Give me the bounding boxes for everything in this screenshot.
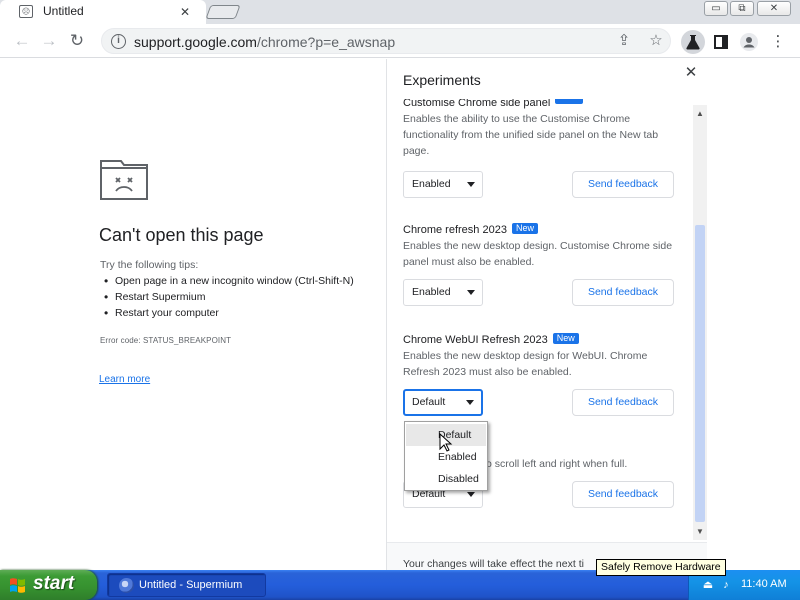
send-feedback-button[interactable]: Send feedback [572,389,674,416]
footer-text: Your changes will take effect the next t… [403,558,584,570]
address-bar[interactable]: i support.google.com/chrome?p=e_awsnap ⇪… [101,28,671,54]
experiments-side-panel: Experiments ✕ Customise Chrome side pane… [386,59,707,570]
minimize-button[interactable]: ▭ [704,1,728,16]
browser-toolbar: ← → ↻ i support.google.com/chrome?p=e_aw… [0,24,800,58]
clock[interactable]: 11:40 AM [741,578,787,590]
experiment-description: Enables the new desktop design for WebUI… [403,350,648,378]
tip-item: Restart Supermium [104,289,354,305]
labs-flask-icon[interactable] [681,30,705,54]
experiment-name: Customise Chrome side panel [403,99,551,109]
experiment-description: Enables the ability to use the Customise… [403,113,659,157]
tab-close-icon[interactable]: ✕ [176,3,194,21]
scrollbar-thumb[interactable] [695,225,705,522]
safely-remove-hardware-icon[interactable]: ⏏ [701,578,715,592]
error-code: Error code: STATUS_BREAKPOINT [100,336,232,345]
window-right-area [707,59,800,570]
learn-more-link[interactable]: Learn more [99,374,150,385]
forward-arrow-icon[interactable]: → [38,30,60,52]
new-badge [555,99,584,104]
panel-scrollbar[interactable]: ▲ ▼ [693,105,707,540]
chevron-down-icon [467,290,475,295]
tab-title: Untitled [43,4,84,18]
panel-title: Experiments [403,72,481,88]
sad-folder-icon [100,160,148,200]
close-window-button[interactable]: ✕ [757,1,791,16]
chevron-down-icon [466,400,474,405]
experiment-name: Chrome WebUI Refresh 2023 [403,334,548,346]
tab-strip: ☹ Untitled ✕ ▭ ⧉ ✕ [0,0,800,24]
url-host: support.google.com [134,34,257,50]
new-badge: New [511,223,538,234]
panel-close-icon[interactable]: ✕ [680,62,702,84]
experiment-name: Chrome refresh 2023 [403,224,507,236]
select-value: Enabled [412,286,451,298]
url-path: /chrome?p=e_awsnap [256,34,396,50]
profile-icon[interactable] [737,30,761,54]
side-panel-icon[interactable] [709,30,733,54]
select-dropdown-popup: Default Enabled Disabled [404,421,488,491]
new-tab-button[interactable] [205,5,241,19]
experiment-item: Chrome WebUI Refresh 2023 New Enables the… [403,333,675,416]
select-value: Enabled [412,178,451,190]
tip-item: Open page in a new incognito window (Ctr… [104,273,354,289]
new-badge: New [552,333,579,344]
taskbar-item-label: Untitled - Supermium [139,579,243,591]
supermium-icon [119,578,134,593]
chevron-down-icon [467,492,475,497]
error-page: Can't open this page Try the following t… [0,59,386,570]
experiment-description: Enables the new desktop design. Customis… [403,240,673,268]
send-feedback-button[interactable]: Send feedback [572,481,674,508]
back-arrow-icon[interactable]: ← [11,30,33,52]
experiment-item: Customise Chrome side panel Enables the … [403,99,675,198]
experiment-select[interactable]: Enabled [403,171,483,198]
start-button[interactable]: start [0,570,97,600]
page-favicon-icon: ☹ [19,5,33,18]
experiment-item: Chrome refresh 2023 New Enables the new d… [403,223,675,306]
send-feedback-button[interactable]: Send feedback [572,171,674,198]
tab-untitled[interactable]: ☹ Untitled ✕ [0,0,206,24]
scroll-down-icon[interactable]: ▼ [694,525,706,538]
bookmark-star-icon[interactable]: ☆ [647,32,665,50]
info-icon[interactable]: i [111,34,126,49]
error-title: Can't open this page [99,225,264,245]
restore-button[interactable]: ⧉ [730,1,754,16]
mouse-cursor-icon [439,432,453,453]
tray-tooltip: Safely Remove Hardware [596,559,726,576]
reload-icon[interactable]: ↻ [66,30,88,52]
send-feedback-button[interactable]: Send feedback [572,279,674,306]
taskbar-item-supermium[interactable]: Untitled - Supermium [107,573,266,597]
tip-item: Restart your computer [104,305,354,321]
tips-label: Try the following tips: [100,259,199,271]
experiment-select[interactable]: Enabled [403,279,483,306]
tips-list: Open page in a new incognito window (Ctr… [104,273,354,321]
select-value: Default [412,396,446,408]
volume-icon[interactable]: ♪ [719,578,733,592]
scroll-up-icon[interactable]: ▲ [694,107,706,120]
chevron-down-icon [467,182,475,187]
windows-logo-icon [9,577,26,593]
share-icon[interactable]: ⇪ [615,32,633,50]
dropdown-option-disabled[interactable]: Disabled [406,468,486,490]
menu-dots-icon[interactable]: ⋮ [766,30,790,54]
experiment-select-open[interactable]: Default [403,389,483,416]
start-label: start [33,573,75,594]
